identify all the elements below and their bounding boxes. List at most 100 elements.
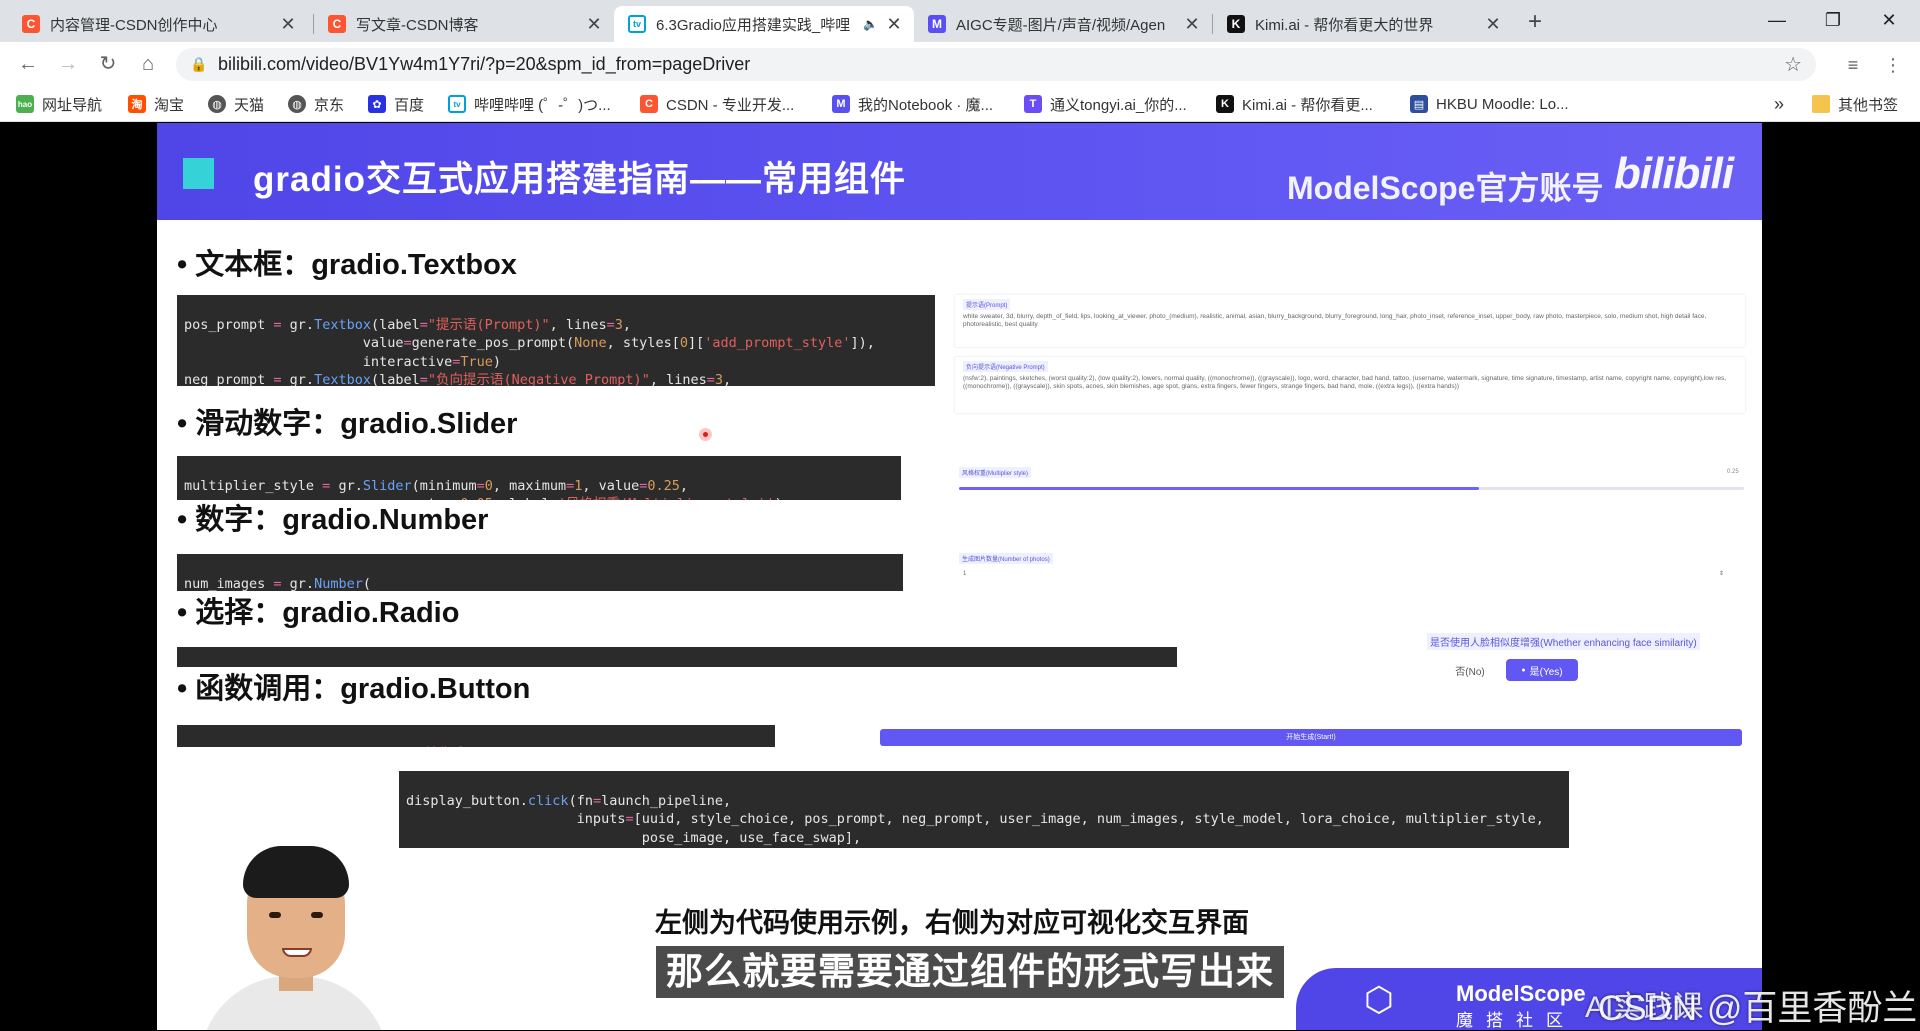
csdn-watermark: CSDN @百里香酚兰	[1598, 989, 1918, 1028]
bookmark-notebook[interactable]: M 我的Notebook · 魔...	[832, 92, 993, 116]
preview-textbox-value: white sweater, 3d, blurry, depth_of_fiel…	[963, 313, 1707, 328]
maximize-button[interactable]: ❐	[1810, 4, 1856, 36]
bilibili-logo: bilibili	[1614, 149, 1734, 198]
globe-icon: ◍	[288, 95, 306, 113]
bilibili-tv-icon: tv	[448, 95, 466, 113]
bookmark-label: 天猫	[234, 96, 265, 114]
section-title-textbox: • 文本框：gradio.Textbox	[177, 249, 517, 281]
other-bookmarks-folder[interactable]: 其他书签	[1812, 92, 1898, 116]
preview-textbox-negative: 负向提示语(Negative Prompt) (nsfw:2), paintin…	[955, 357, 1745, 413]
bookmark-baidu[interactable]: ✿ 百度	[368, 92, 424, 116]
bookmark-label: Kimi.ai - 帮你看更...	[1242, 96, 1373, 114]
tab-kimi[interactable]: K Kimi.ai - 帮你看更大的世界 ✕	[1213, 6, 1513, 42]
code-block-slider: multiplier_style = gr.Slider(minimum=0, …	[177, 456, 901, 500]
section-title-radio: • 选择：gradio.Radio	[177, 597, 460, 629]
new-tab-button[interactable]: +	[1520, 8, 1550, 38]
bookmark-bilibili[interactable]: tv 哔哩哔哩 (゜-゜)つ...	[448, 92, 611, 116]
section-title-button: • 函数调用：gradio.Button	[177, 673, 531, 705]
bookmark-hkbu-moodle[interactable]: ▤ HKBU Moodle: Lo...	[1410, 92, 1569, 116]
bookmarks-bar: hao 网址导航 淘 淘宝 ◍ 天猫 ◍ 京东 ✿ 百度 tv 哔哩哔哩 (゜-…	[0, 86, 1920, 122]
kimi-icon: K	[1227, 15, 1245, 33]
bookmark-label: 百度	[394, 96, 425, 114]
modelscope-icon: M	[832, 95, 850, 113]
slider-track[interactable]	[959, 487, 1744, 490]
bookmark-tmall[interactable]: ◍ 天猫	[208, 92, 264, 116]
preview-label: 提示语(Prompt)	[963, 299, 1011, 310]
bookmark-label: 京东	[314, 96, 345, 114]
modelscope-icon: M	[928, 15, 946, 33]
number-stepper-icon[interactable]: ⇕	[1719, 570, 1724, 578]
minimize-button[interactable]: —	[1754, 4, 1800, 36]
bookmark-jd[interactable]: ◍ 京东	[288, 92, 344, 116]
bookmark-taobao[interactable]: 淘 淘宝	[128, 92, 184, 116]
home-icon[interactable]: ⌂	[132, 49, 164, 79]
accent-square	[183, 158, 214, 189]
brand-text: ModelScope官方账号	[1287, 170, 1604, 206]
hao123-icon: hao	[16, 95, 34, 113]
presenter-eye	[311, 912, 323, 918]
address-bar[interactable]: 🔒 bilibili.com/video/BV1Yw4m1Y7ri/?p=20&…	[176, 48, 1816, 81]
tab-csdn-content[interactable]: C 内容管理-CSDN创作中心 ✕	[8, 6, 308, 42]
reading-list-icon[interactable]: ≡	[1838, 50, 1868, 80]
modelscope-subname: 魔搭社区	[1456, 1011, 1576, 1030]
back-arrow-icon[interactable]: ←	[12, 49, 44, 79]
bookmark-star-icon[interactable]: ☆	[1784, 52, 1802, 77]
menu-kebab-icon[interactable]: ⋮	[1878, 50, 1908, 80]
code-block-click: display_button.click(fn=launch_pipeline,…	[399, 771, 1569, 848]
bookmark-hao123[interactable]: hao 网址导航	[16, 92, 102, 116]
url-text[interactable]: bilibili.com/video/BV1Yw4m1Y7ri/?p=20&sp…	[218, 54, 750, 75]
tab-aigc[interactable]: M AIGC专题-图片/声音/视频/Agen ✕	[914, 6, 1212, 42]
presenter-eye	[269, 912, 281, 918]
section-title-number: • 数字：gradio.Number	[177, 504, 489, 536]
reload-icon[interactable]: ↻	[92, 49, 124, 79]
bookmark-label: 网址导航	[42, 96, 103, 114]
preview-label: 是否使用人脸相似度增强(Whether enhancing face simil…	[1427, 633, 1700, 650]
code-block-button: display_button = gr.Button('开始生成(Start!)…	[177, 725, 775, 747]
forward-arrow-icon[interactable]: →	[52, 49, 84, 79]
bookmark-kimi[interactable]: K Kimi.ai - 帮你看更...	[1216, 92, 1373, 116]
slider-fill	[959, 487, 1480, 490]
tab-csdn-write[interactable]: C 写文章-CSDN博客 ✕	[314, 6, 614, 42]
close-tab-icon[interactable]: ✕	[1483, 14, 1503, 35]
bookmark-label: 通义tongyi.ai_你的...	[1050, 96, 1187, 114]
bookmark-label: 哔哩哔哩 (゜-゜)つ...	[474, 96, 611, 114]
tab-title: 写文章-CSDN博客	[356, 16, 479, 34]
modelscope-name: ModelScope	[1456, 981, 1586, 1006]
browser-toolbar: ← → ↻ ⌂ 🔒 bilibili.com/video/BV1Yw4m1Y7r…	[0, 42, 1920, 86]
video-subtitle: 那么就要需要通过组件的形式写出来	[656, 946, 1284, 998]
radio-option-label: 是(Yes)	[1529, 666, 1563, 678]
video-player[interactable]: gradio交互式应用搭建指南——常用组件 ModelScope官方账号 bil…	[0, 123, 1920, 1030]
speaker-icon[interactable]: 🔈	[863, 17, 878, 31]
modelscope-logo-icon: ⬡	[1364, 981, 1394, 1019]
taobao-icon: 淘	[128, 95, 146, 113]
close-window-button[interactable]: ✕	[1866, 4, 1912, 36]
close-tab-icon[interactable]: ✕	[584, 14, 604, 35]
preview-label: 风格权重(Multiplier style)	[959, 467, 1032, 478]
close-tab-icon[interactable]: ✕	[1182, 14, 1202, 35]
globe-icon: ◍	[208, 95, 226, 113]
radio-option-no[interactable]: 否(No)	[1441, 659, 1499, 681]
preview-start-button[interactable]: 开始生成(Start!)	[880, 729, 1742, 746]
presenter-mouth	[282, 948, 312, 957]
csdn-icon: C	[328, 15, 346, 33]
bookmarks-overflow-button[interactable]: »	[1774, 92, 1784, 116]
tab-bilibili-video[interactable]: tv 6.3Gradio应用搭建实践_哔哩 🔈 ✕	[614, 6, 914, 42]
code-block-radio: use_face_swap = gr.Radio(label="是否使用人脸相似…	[177, 647, 1177, 667]
radio-selected-dot-icon: ●	[1521, 666, 1526, 674]
bookmark-tongyi[interactable]: T 通义tongyi.ai_你的...	[1024, 92, 1187, 116]
close-tab-icon[interactable]: ✕	[884, 14, 904, 35]
radio-option-yes[interactable]: ● 是(Yes)	[1506, 659, 1578, 681]
preview-number: 生成图片数量(Number of photos) 1 ⇕	[957, 553, 1737, 589]
bilibili-tv-icon: tv	[628, 15, 646, 33]
bookmark-csdn[interactable]: C CSDN - 专业开发...	[640, 92, 794, 116]
tongyi-icon: T	[1024, 95, 1042, 113]
bookmark-label: CSDN - 专业开发...	[666, 96, 795, 114]
slide-header: gradio交互式应用搭建指南——常用组件 ModelScope官方账号 bil…	[157, 123, 1762, 220]
code-block-textbox: pos_prompt = gr.Textbox(label="提示语(Promp…	[177, 295, 935, 386]
close-tab-icon[interactable]: ✕	[278, 14, 298, 35]
slide-title: gradio交互式应用搭建指南——常用组件	[253, 160, 906, 199]
lock-icon[interactable]: 🔒	[190, 56, 207, 73]
preview-slider: 风格权重(Multiplier style) 0.25	[957, 467, 1752, 507]
tab-title: 内容管理-CSDN创作中心	[50, 16, 218, 34]
bookmark-label: HKBU Moodle: Lo...	[1436, 95, 1569, 113]
